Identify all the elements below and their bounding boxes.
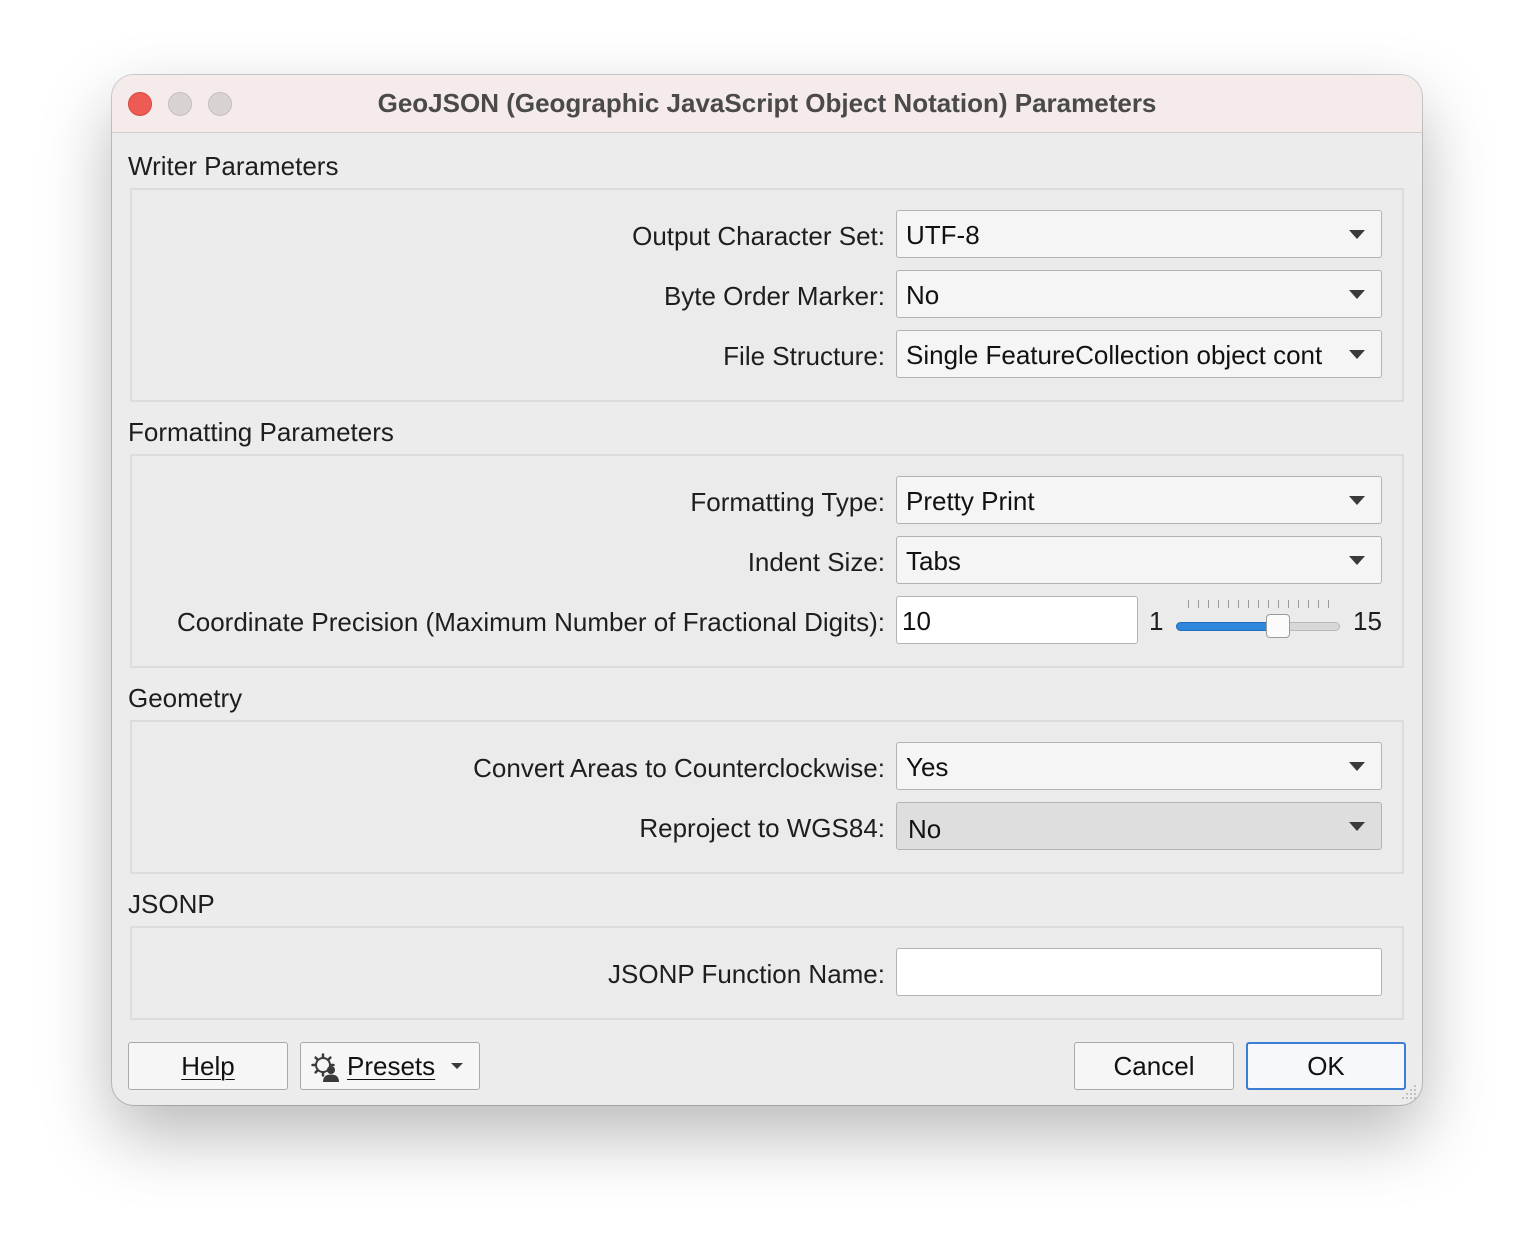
triangle-down-icon	[1349, 556, 1365, 565]
ok-button[interactable]: OK	[1246, 1042, 1406, 1090]
slider-tick	[1218, 600, 1219, 608]
cancel-button[interactable]: Cancel	[1074, 1042, 1234, 1090]
output-charset-value: UTF-8	[906, 220, 980, 250]
formatting-type-value: Pretty Print	[906, 486, 1035, 516]
triangle-down-icon	[1349, 230, 1365, 239]
resize-grip-icon[interactable]	[1398, 1081, 1418, 1101]
byte-order-value: No	[906, 280, 940, 310]
jsonp-function-label: JSONP Function Name:	[608, 959, 885, 989]
slider-tick	[1198, 600, 1199, 608]
ccw-select[interactable]: Yes	[896, 742, 1382, 790]
slider-tick	[1278, 600, 1279, 608]
gear-person-icon	[311, 1051, 341, 1082]
ok-button-label: OK	[1307, 1051, 1345, 1081]
precision-slider-thumb[interactable]	[1266, 614, 1290, 638]
file-structure-value: Single FeatureCollection object cont	[906, 340, 1323, 370]
precision-value: 10	[902, 606, 931, 636]
title-bar[interactable]: GeoJSON (Geographic JavaScript Object No…	[112, 75, 1422, 133]
cancel-button-label: Cancel	[1113, 1051, 1195, 1081]
dialog-window: GeoJSON (Geographic JavaScript Object No…	[112, 75, 1422, 1105]
indent-size-value: Tabs	[906, 546, 961, 576]
slider-tick	[1228, 600, 1229, 608]
section-title-formatting: Formatting Parameters	[128, 417, 394, 447]
indent-size-label: Indent Size:	[747, 547, 885, 577]
jsonp-function-input[interactable]	[896, 948, 1382, 996]
slider-tick	[1328, 600, 1329, 608]
presets-button[interactable]: Presets	[300, 1042, 480, 1090]
precision-input[interactable]: 10	[896, 596, 1138, 644]
slider-tick	[1238, 600, 1239, 608]
reproject-select[interactable]: No	[896, 802, 1382, 850]
help-button[interactable]: Help	[128, 1042, 288, 1090]
triangle-down-icon	[451, 1063, 463, 1069]
reproject-value: No	[908, 814, 942, 844]
slider-tick	[1258, 600, 1259, 608]
triangle-down-icon	[1349, 822, 1365, 831]
slider-tick	[1188, 600, 1189, 608]
help-button-label: Help	[181, 1051, 235, 1081]
byte-order-select[interactable]: No	[896, 270, 1382, 318]
indent-size-select[interactable]: Tabs	[896, 536, 1382, 584]
slider-tick	[1308, 600, 1309, 608]
window-title: GeoJSON (Geographic JavaScript Object No…	[377, 88, 1157, 118]
slider-tick	[1268, 600, 1269, 608]
byte-order-label: Byte Order Marker:	[663, 281, 885, 311]
slider-tick	[1248, 600, 1249, 608]
triangle-down-icon	[1349, 496, 1365, 505]
formatting-type-select[interactable]: Pretty Print	[896, 476, 1382, 524]
triangle-down-icon	[1349, 290, 1365, 299]
section-title-jsonp: JSONP	[128, 889, 215, 919]
reproject-label: Reproject to WGS84:	[639, 813, 885, 843]
slider-tick	[1288, 600, 1289, 608]
ccw-label: Convert Areas to Counterclockwise:	[473, 753, 885, 783]
output-charset-label: Output Character Set:	[632, 221, 885, 251]
triangle-down-icon	[1349, 350, 1365, 359]
section-title-geometry: Geometry	[128, 683, 243, 713]
slider-tick	[1208, 600, 1209, 608]
ccw-value: Yes	[906, 752, 949, 782]
formatting-type-label: Formatting Type:	[690, 487, 885, 517]
slider-tick	[1298, 600, 1299, 608]
precision-slider-fill	[1176, 622, 1278, 631]
presets-button-label: Presets	[347, 1051, 436, 1081]
section-title-writer: Writer Parameters	[128, 151, 339, 181]
precision-label: Coordinate Precision (Maximum Number of …	[176, 607, 885, 637]
file-structure-select[interactable]: Single FeatureCollection object cont	[896, 330, 1382, 378]
slider-max-label: 15	[1353, 606, 1382, 636]
output-charset-select[interactable]: UTF-8	[896, 210, 1382, 258]
triangle-down-icon	[1349, 762, 1365, 771]
slider-min-label: 1	[1149, 606, 1164, 636]
slider-tick	[1318, 600, 1319, 608]
file-structure-label: File Structure:	[723, 341, 885, 371]
